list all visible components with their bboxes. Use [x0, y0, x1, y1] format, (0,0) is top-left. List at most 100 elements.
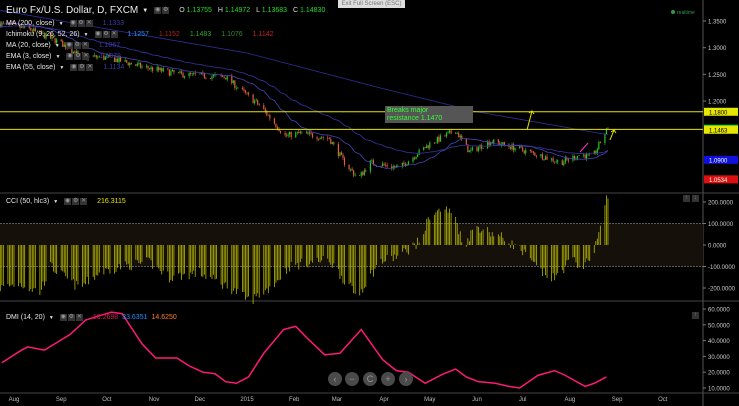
candle-body — [130, 63, 132, 65]
cci-axis-tick-label: 100.0000 — [708, 222, 734, 228]
exit-fullscreen-button[interactable]: Exit Full Screen (ESC) — [338, 0, 405, 8]
price-axis-tick-label: 1.2000 — [708, 100, 727, 106]
candle-body — [459, 135, 461, 138]
cci-axis-tick-label: 0.0000 — [708, 244, 727, 250]
candle-body — [193, 73, 195, 74]
eye-icon[interactable]: ◉ — [154, 7, 162, 14]
candle-body — [205, 77, 207, 79]
candle-body — [343, 157, 346, 165]
move-down-icon[interactable]: ↓ — [692, 195, 699, 202]
eye-icon[interactable]: ◉ — [65, 42, 73, 49]
cci-axis-tick-label: -100.0000 — [708, 265, 736, 271]
chevron-down-icon[interactable]: ▼ — [84, 32, 89, 38]
candle-body — [161, 68, 163, 72]
gear-icon[interactable]: ⚙ — [102, 31, 110, 38]
candle-body — [371, 160, 373, 161]
eye-icon[interactable]: ◉ — [66, 53, 74, 60]
candle-body — [321, 137, 323, 139]
close-icon[interactable]: ✕ — [80, 198, 88, 205]
candle-body — [308, 132, 311, 134]
indicator-legend: EMA (55, close) ▼ ◉ ⚙ ✕ 1.1134 — [6, 64, 130, 71]
candle-body — [141, 66, 143, 68]
chevron-down-icon[interactable]: ▼ — [59, 65, 64, 71]
realtime-indicator: realtime — [671, 10, 695, 16]
candle-body — [188, 72, 190, 77]
candle-body — [523, 150, 525, 154]
candle-body — [604, 134, 606, 144]
annotation-box[interactable]: Breaks major resistance 1.1470 — [385, 106, 473, 123]
time-axis-label: Oct — [658, 397, 668, 403]
candle-body — [413, 157, 416, 159]
candle-body — [564, 157, 566, 163]
close-icon[interactable]: ✕ — [75, 314, 83, 321]
candle-body — [416, 154, 419, 157]
scroll-left-button[interactable]: ‹ — [328, 372, 342, 386]
realtime-label: realtime — [677, 10, 695, 16]
candle-body — [471, 147, 474, 150]
indicator-label[interactable]: EMA (55, close) — [6, 64, 55, 71]
candle-body — [593, 151, 595, 154]
zoom-in-button[interactable]: + — [381, 372, 395, 386]
gear-icon[interactable]: ⚙ — [162, 7, 170, 14]
dmi-axis-tick-label: 40.0000 — [708, 339, 730, 345]
indicator-label[interactable]: EMA (3, close) — [6, 53, 52, 60]
dmi-axis-tick-label: 10.0000 — [708, 387, 730, 393]
candle-body — [578, 155, 580, 157]
close-icon[interactable]: ✕ — [82, 53, 90, 60]
chevron-down-icon[interactable]: ▼ — [53, 199, 58, 205]
gear-icon[interactable]: ⚙ — [77, 20, 85, 27]
close-icon[interactable]: ✕ — [110, 31, 118, 38]
gear-icon[interactable]: ⚙ — [74, 53, 82, 60]
candle-body — [339, 152, 341, 157]
chevron-down-icon[interactable]: ▼ — [59, 21, 64, 27]
candle-body — [359, 175, 361, 176]
candle-body — [331, 142, 333, 144]
eye-icon[interactable]: ◉ — [59, 314, 67, 321]
indicator-label[interactable]: MA (20, close) — [6, 42, 51, 49]
gear-icon[interactable]: ⚙ — [67, 314, 75, 321]
candle-body — [222, 75, 224, 77]
indicator-label[interactable]: Ichimoku (9, 26, 52, 26) — [6, 31, 80, 38]
candle-body — [30, 27, 32, 31]
candle-body — [330, 139, 332, 144]
candle-body — [503, 142, 506, 145]
dmi-adx-value: 14.6250 — [151, 314, 177, 321]
candle-body — [455, 133, 457, 135]
scroll-right-button[interactable]: › — [399, 372, 413, 386]
move-up-icon[interactable]: ↑ — [692, 312, 699, 319]
time-axis-label: Jun — [472, 397, 482, 403]
gear-icon[interactable]: ⚙ — [72, 198, 80, 205]
eye-icon[interactable]: ◉ — [64, 198, 72, 205]
zoom-out-button[interactable]: − — [345, 372, 359, 386]
candle-body — [546, 156, 548, 160]
candle-body — [241, 87, 244, 89]
candle-body — [477, 147, 480, 151]
chevron-down-icon[interactable]: ▼ — [49, 315, 54, 321]
gear-icon[interactable]: ⚙ — [73, 42, 81, 49]
candle-body — [316, 137, 318, 140]
candle-body — [158, 67, 160, 70]
dmi-label[interactable]: DMI (14, 20) — [6, 314, 45, 321]
eye-icon[interactable]: ◉ — [94, 31, 102, 38]
gear-icon[interactable]: ⚙ — [78, 64, 86, 71]
candle-body — [319, 137, 321, 140]
move-up-icon[interactable]: ↑ — [683, 195, 690, 202]
cci-label[interactable]: CCI (50, hlc3) — [6, 198, 49, 205]
time-axis-label: Nov — [149, 397, 160, 403]
chevron-down-icon[interactable]: ▼ — [56, 54, 61, 60]
eye-icon[interactable]: ◉ — [69, 20, 77, 27]
close-icon[interactable]: ✕ — [86, 64, 94, 71]
close-icon[interactable]: ✕ — [85, 20, 93, 27]
chevron-down-icon[interactable]: ▼ — [55, 43, 60, 49]
price-label: 1.1800 — [709, 110, 728, 116]
reset-button[interactable]: C — [363, 372, 377, 386]
open-value: 1.13755 — [186, 7, 212, 14]
candle-body — [429, 142, 431, 148]
chevron-down-icon[interactable]: ▼ — [142, 8, 148, 14]
candle-body — [145, 66, 148, 67]
candle-body — [243, 88, 245, 91]
indicator-label[interactable]: MA (200, close) — [6, 20, 55, 27]
eye-icon[interactable]: ◉ — [70, 64, 78, 71]
symbol-title[interactable]: Euro Fx/U.S. Dollar, D, FXCM — [6, 5, 138, 16]
close-icon[interactable]: ✕ — [81, 42, 89, 49]
